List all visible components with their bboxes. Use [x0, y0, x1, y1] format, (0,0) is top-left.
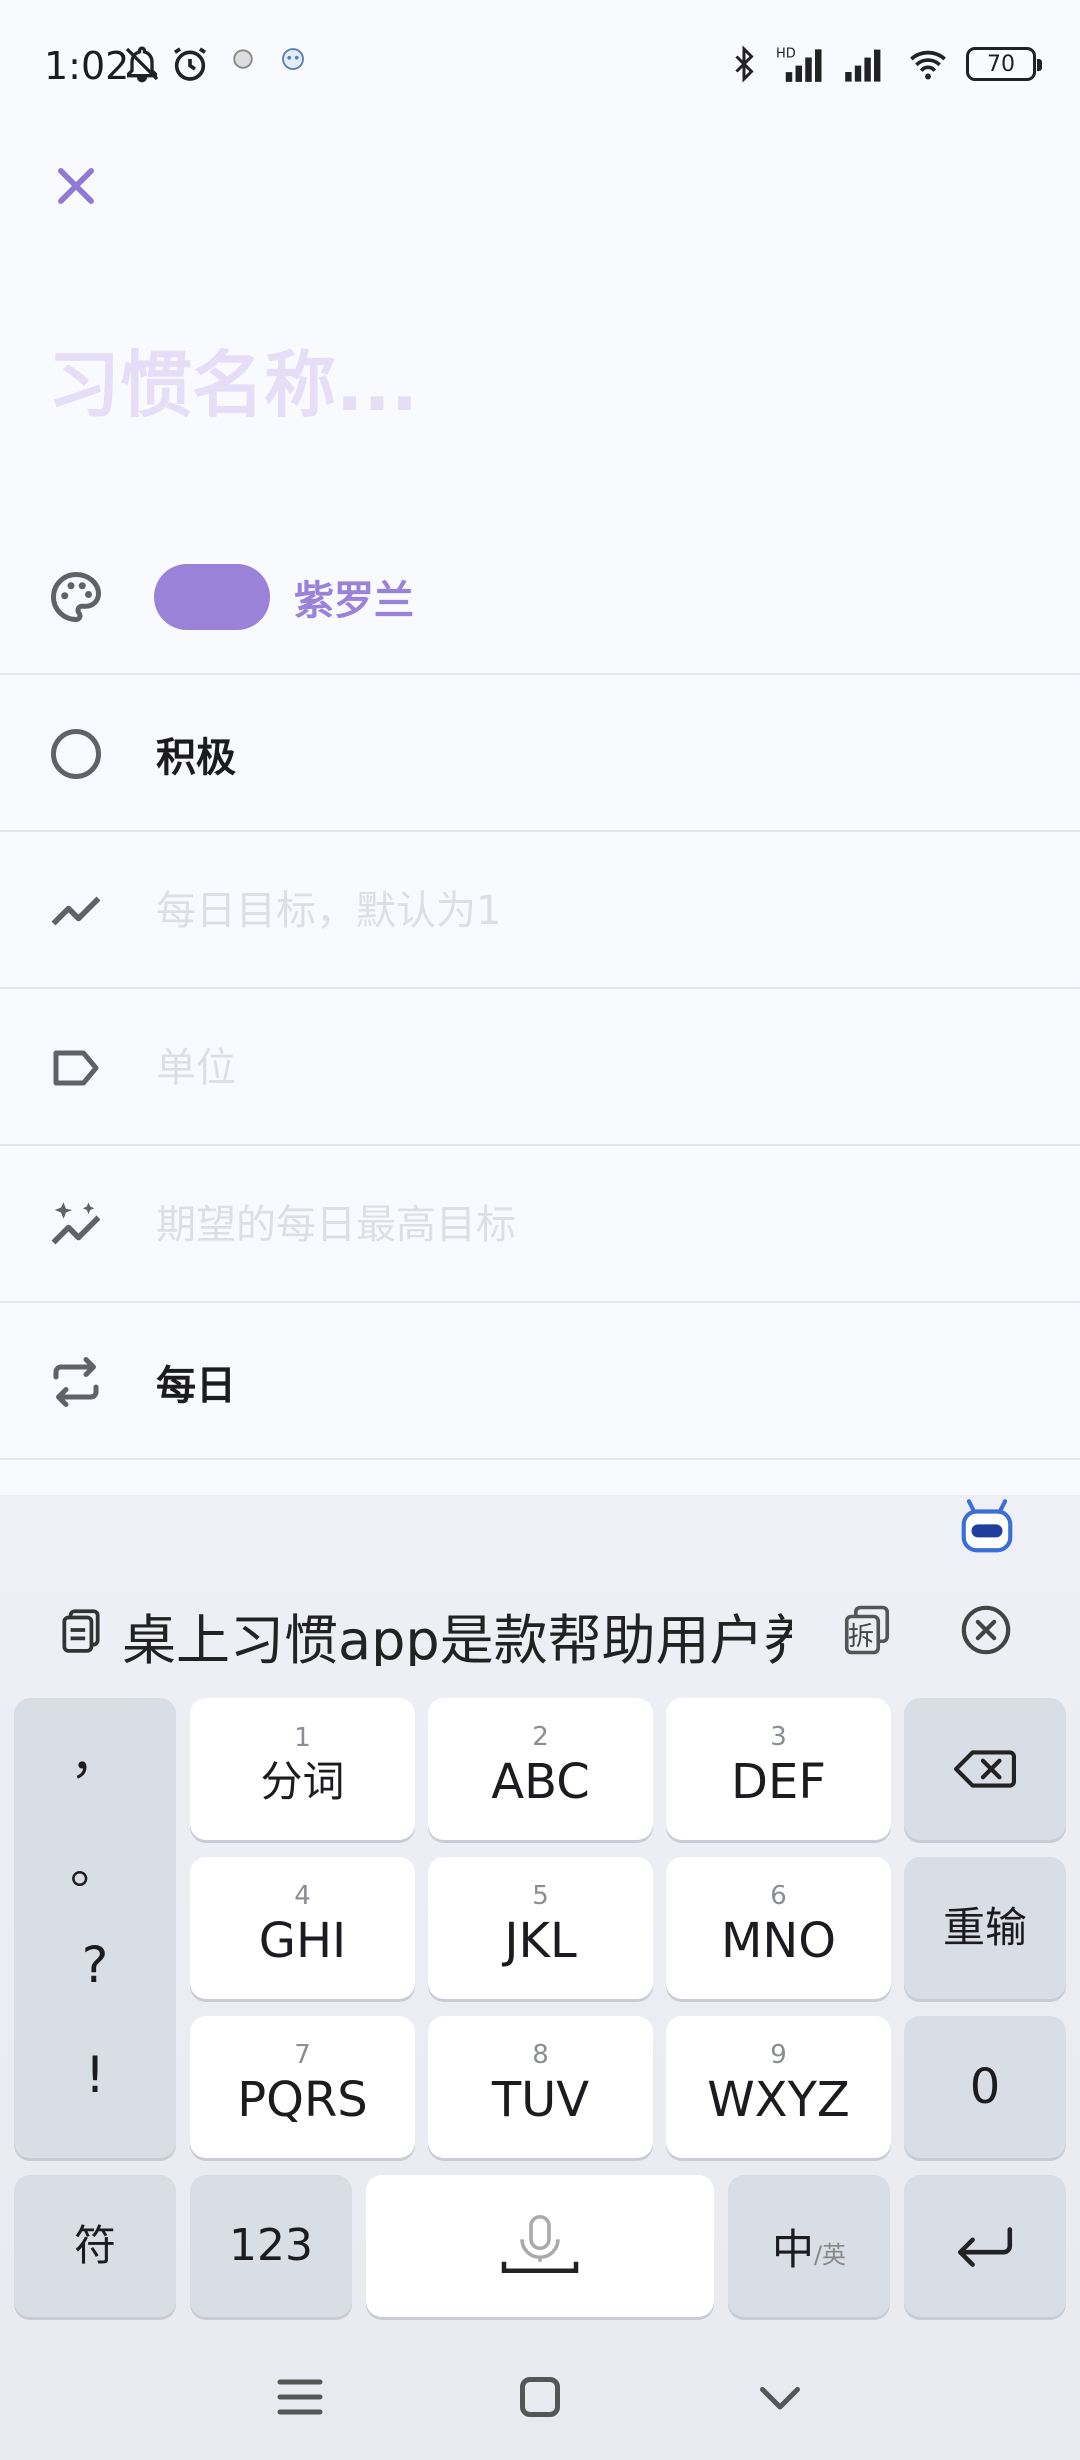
key-number: 8 — [532, 2039, 549, 2070]
signal-icon — [845, 49, 881, 82]
clipboard-icon[interactable] — [56, 1602, 106, 1658]
key-0[interactable]: 0 — [904, 2016, 1066, 2158]
language-sub-label: /英 — [813, 2240, 847, 2269]
repeat-row[interactable]: 每日 — [0, 1303, 1080, 1460]
color-name: 紫罗兰 — [294, 577, 414, 624]
max-goal-input[interactable] — [156, 1189, 1016, 1260]
svg-text:HD: HD — [776, 47, 796, 62]
unit-input[interactable] — [156, 1032, 1016, 1103]
clipboard-text[interactable]: 桌上习惯app是款帮助用户养 — [122, 1596, 792, 1666]
radio-icon[interactable] — [46, 724, 106, 784]
key-label: ABC — [491, 1753, 590, 1810]
close-icon[interactable] — [50, 160, 102, 212]
symbols-label: 符 — [73, 2220, 116, 2270]
key-number: 6 — [770, 1880, 787, 1911]
key-8[interactable]: 8 TUV — [428, 2016, 653, 2158]
microphone-icon — [501, 2214, 579, 2273]
max-goal-row — [0, 1146, 1080, 1303]
key-6[interactable]: 6 MNO — [666, 1857, 891, 1999]
key-3[interactable]: 3 DEF — [666, 1698, 891, 1840]
key-label: MNO — [720, 1912, 837, 1969]
clear-clipboard-icon[interactable] — [958, 1602, 1014, 1658]
battery-icon: 70 — [966, 47, 1042, 81]
space-key[interactable] — [366, 2175, 714, 2317]
split-label: 拆 — [848, 1622, 875, 1652]
label-icon — [53, 1050, 99, 1085]
reinput-key[interactable]: 重输 — [904, 1857, 1066, 1999]
key-1[interactable]: 1 分词 — [190, 1698, 415, 1840]
key-number: 7 — [294, 2039, 311, 2070]
color-swatch[interactable] — [154, 563, 270, 630]
key-number: 2 — [532, 1721, 549, 1752]
wifi-icon — [910, 50, 946, 80]
key-number: 9 — [770, 2039, 787, 2070]
color-row[interactable]: 紫罗兰 — [0, 518, 1080, 675]
key-number: 3 — [770, 1721, 787, 1752]
language-main-label: 中 — [771, 2224, 814, 2274]
daily-goal-input[interactable] — [156, 875, 1016, 946]
polarity-row[interactable]: 积极 — [0, 675, 1080, 832]
daily-goal-row — [0, 832, 1080, 989]
unit-row — [0, 989, 1080, 1146]
punct-period[interactable]: 。 — [14, 1826, 176, 1898]
numbers-label: 123 — [229, 2219, 313, 2271]
split-button[interactable]: 拆 — [840, 1602, 894, 1658]
key-4[interactable]: 4 GHI — [190, 1857, 415, 1999]
key-label: WXYZ — [707, 2071, 850, 2128]
key-label: GHI — [258, 1912, 347, 1969]
enter-icon — [957, 2227, 1013, 2267]
backspace-key[interactable] — [904, 1698, 1066, 1840]
app-icon-b — [282, 48, 304, 70]
key-label: JKL — [504, 1912, 577, 1969]
key-label: 0 — [969, 2058, 1001, 2115]
key-5[interactable]: 5 JKL — [428, 1857, 653, 1999]
battery-level: 70 — [987, 51, 1015, 77]
clipboard-bar: 桌上习惯app是款帮助用户养 拆 — [0, 1590, 1080, 1670]
key-label: 分词 — [260, 1756, 345, 1806]
back-icon[interactable] — [750, 2367, 810, 2427]
punctuation-column[interactable]: ， 。 ? ! — [14, 1698, 176, 2158]
punct-exclaim[interactable]: ! — [14, 2046, 176, 2104]
alarm-icon — [173, 47, 207, 81]
key-number: 1 — [294, 1722, 311, 1753]
bell-off-icon — [125, 46, 159, 83]
numbers-key[interactable]: 123 — [190, 2175, 352, 2317]
key-label: TUV — [491, 2071, 590, 2128]
repeat-icon — [53, 1356, 99, 1407]
punct-question[interactable]: ? — [14, 1936, 176, 1994]
status-time: 1:02 — [44, 44, 130, 88]
key-number: 4 — [294, 1880, 311, 1911]
keyboard-assistant-icon[interactable] — [956, 1496, 1018, 1558]
key-9[interactable]: 9 WXYZ — [666, 2016, 891, 2158]
reinput-label: 重输 — [942, 1902, 1027, 1952]
trend-icon — [51, 896, 101, 925]
key-2[interactable]: 2 ABC — [428, 1698, 653, 1840]
app-icon-a — [233, 49, 253, 69]
habit-name-input[interactable] — [48, 330, 1028, 440]
sparkle-trend-icon — [51, 1202, 101, 1244]
divider — [0, 1458, 1080, 1460]
key-label: PQRS — [237, 2071, 368, 2128]
status-bar: 1:02 HD 70 — [0, 0, 1080, 130]
enter-key[interactable] — [904, 2175, 1066, 2317]
status-right: HD 70 — [726, 44, 1042, 84]
menu-icon[interactable] — [270, 2367, 330, 2427]
key-number: 5 — [532, 1880, 549, 1911]
backspace-icon — [954, 1750, 1016, 1788]
key-label: DEF — [731, 1753, 826, 1810]
repeat-label: 每日 — [156, 1362, 236, 1409]
language-key[interactable]: 中 /英 — [728, 2175, 890, 2317]
bluetooth-icon — [735, 45, 754, 83]
symbols-key[interactable]: 符 — [14, 2175, 176, 2317]
home-icon[interactable] — [510, 2367, 570, 2427]
navigation-bar — [0, 2345, 1080, 2460]
key-7[interactable]: 7 PQRS — [190, 2016, 415, 2158]
signal-hd-icon: HD — [776, 47, 822, 82]
palette-icon — [51, 571, 102, 622]
polarity-label: 积极 — [156, 734, 236, 781]
punct-comma[interactable]: ， — [14, 1716, 176, 1788]
